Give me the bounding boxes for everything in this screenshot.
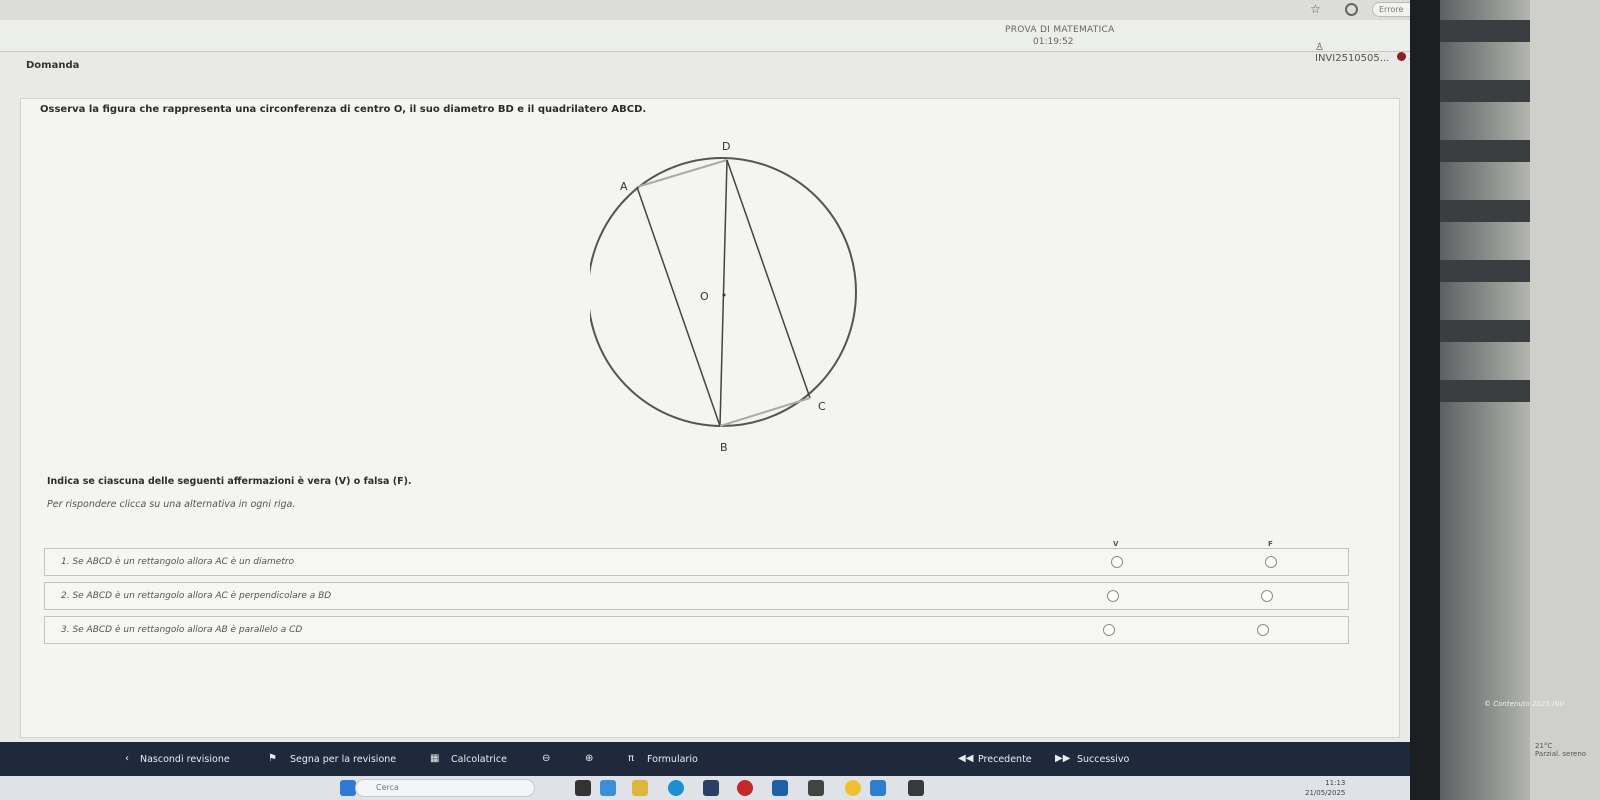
os-taskbar: Cerca 11:13 21/05/2025 xyxy=(0,776,1410,800)
question-text: Osserva la figura che rappresenta una ci… xyxy=(40,104,647,115)
radio-true[interactable] xyxy=(1107,590,1119,602)
statement-label: 3. Se ABCD è un rettangolo allora AB è p… xyxy=(61,625,303,635)
segment-bc xyxy=(719,397,811,427)
app-icon[interactable] xyxy=(772,780,788,796)
previous-button[interactable]: Precedente xyxy=(978,754,1032,765)
chrome-icon[interactable] xyxy=(845,780,861,796)
error-button[interactable]: Errore⋮ xyxy=(1372,2,1410,17)
flag-icon: ⚑ xyxy=(268,753,277,764)
statement-label: 1. Se ABCD è un rettangolo allora AC è u… xyxy=(61,557,295,567)
taskview-icon[interactable] xyxy=(575,780,591,796)
calculator-icon: ▦ xyxy=(430,753,440,764)
radio-true[interactable] xyxy=(1111,556,1123,568)
taskbar-clock[interactable]: 11:13 21/05/2025 xyxy=(1305,778,1345,798)
profile-icon[interactable] xyxy=(1345,3,1358,16)
mark-review-button[interactable]: Segna per la revisione xyxy=(290,754,396,765)
label-b: B xyxy=(720,441,728,454)
store-icon[interactable] xyxy=(703,780,719,796)
exam-timer: 01:19:52 xyxy=(1033,37,1074,47)
statement-row: 2. Se ABCD è un rettangolo allora AC è p… xyxy=(44,582,1349,610)
circle-figure: D A O C B xyxy=(590,140,857,454)
radio-false[interactable] xyxy=(1257,624,1269,636)
start-icon[interactable] xyxy=(340,780,356,796)
next-button[interactable]: Successivo xyxy=(1077,754,1129,765)
app-icon[interactable] xyxy=(908,780,924,796)
credits-text: © Contenuto 2025 INV xyxy=(1484,700,1565,708)
label-c: C xyxy=(818,400,826,413)
browser-toolbar: ☆ Errore⋮ xyxy=(0,0,1410,20)
statement-label: 2. Se ABCD è un rettangolo allora AC è p… xyxy=(61,591,332,601)
radio-false[interactable] xyxy=(1261,590,1273,602)
bookmark-star-icon[interactable]: ☆ xyxy=(1310,2,1321,16)
calculator-button[interactable]: Calcolatrice xyxy=(451,754,507,765)
statement-row: 1. Se ABCD è un rettangolo allora AC è u… xyxy=(44,548,1349,576)
column-true-header: V xyxy=(1113,540,1119,548)
user-id: INVI2510505... xyxy=(1315,53,1390,64)
app-icon[interactable] xyxy=(870,780,886,796)
label-d: D xyxy=(722,140,730,153)
instruction-text: Indica se ciascuna delle seguenti afferm… xyxy=(47,476,412,487)
column-false-header: F xyxy=(1268,540,1273,548)
user-menu[interactable]: ♙ INVI2510505... ⌄ xyxy=(1315,42,1410,64)
user-icon: ♙ xyxy=(1315,42,1324,53)
previous-icon: ◀◀ xyxy=(958,753,974,764)
opera-icon[interactable] xyxy=(737,780,753,796)
screen: ☆ Errore⋮ PROVA DI MATEMATICA 01:19:52 ♙… xyxy=(0,0,1410,800)
weather-widget[interactable]: 21°C Parzial. sereno xyxy=(1535,742,1586,758)
section-title: Domanda xyxy=(26,60,80,71)
status-dot-icon xyxy=(1397,52,1406,61)
statement-row: 3. Se ABCD è un rettangolo allora AB è p… xyxy=(44,616,1349,644)
label-a: A xyxy=(620,180,628,193)
edge-icon[interactable] xyxy=(668,780,684,796)
background-wall-right xyxy=(1530,0,1600,800)
exam-title: PROVA DI MATEMATICA xyxy=(1005,25,1115,35)
zoom-in-icon[interactable]: ⊕ xyxy=(585,753,593,764)
exam-header: PROVA DI MATEMATICA 01:19:52 ♙ INVI25105… xyxy=(0,20,1410,64)
monitor-bezel xyxy=(1410,0,1440,800)
center-point xyxy=(722,293,726,297)
chevron-left-icon: ‹ xyxy=(125,753,129,764)
widgets-icon[interactable] xyxy=(600,780,616,796)
next-icon: ▶▶ xyxy=(1055,753,1071,764)
formulas-button[interactable]: Formulario xyxy=(647,754,698,765)
chevron-down-icon: ⌄ xyxy=(1407,53,1410,64)
hint-text: Per rispondere clicca su una alternativa… xyxy=(47,499,296,510)
segment-dc xyxy=(726,159,811,399)
zoom-out-icon[interactable]: ⊖ xyxy=(542,753,550,764)
app-icon[interactable] xyxy=(808,780,824,796)
radio-false[interactable] xyxy=(1265,556,1277,568)
label-o: O xyxy=(700,290,709,303)
hide-review-button[interactable]: Nascondi revisione xyxy=(140,754,230,765)
exam-toolbar: ‹ Nascondi revisione ⚑ Segna per la revi… xyxy=(0,742,1410,776)
taskbar-search[interactable]: Cerca xyxy=(355,779,535,797)
pi-icon: π xyxy=(628,753,635,764)
diameter-bd xyxy=(719,159,728,427)
segment-ab xyxy=(636,186,721,427)
file-explorer-icon[interactable] xyxy=(632,780,648,796)
radio-true[interactable] xyxy=(1103,624,1115,636)
